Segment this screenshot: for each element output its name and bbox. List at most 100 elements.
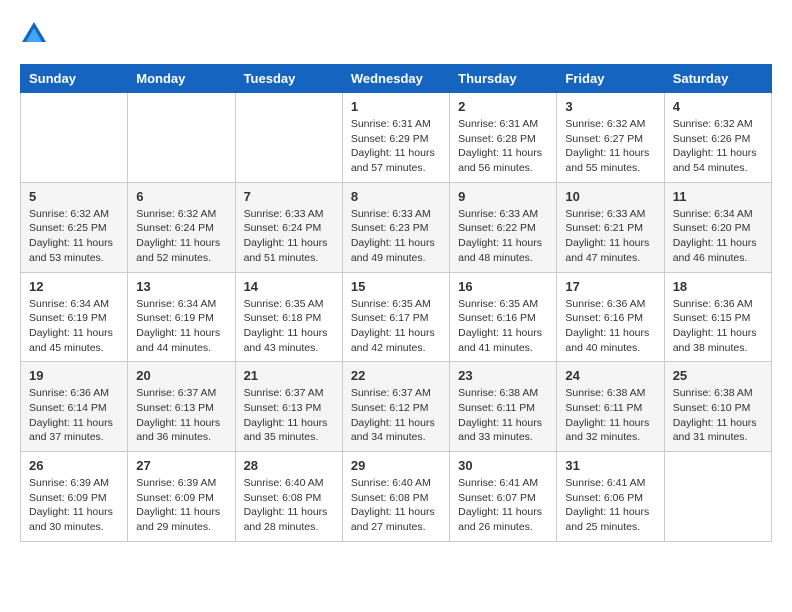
- day-number: 24: [565, 368, 655, 383]
- day-info: Sunrise: 6:40 AMSunset: 6:08 PMDaylight:…: [244, 476, 334, 535]
- day-number: 17: [565, 279, 655, 294]
- calendar-table: SundayMondayTuesdayWednesdayThursdayFrid…: [20, 64, 772, 542]
- day-info: Sunrise: 6:36 AMSunset: 6:15 PMDaylight:…: [673, 297, 763, 356]
- day-number: 12: [29, 279, 119, 294]
- day-info: Sunrise: 6:36 AMSunset: 6:14 PMDaylight:…: [29, 386, 119, 445]
- logo: [20, 20, 52, 48]
- calendar-cell: 30 Sunrise: 6:41 AMSunset: 6:07 PMDayligh…: [450, 452, 557, 542]
- calendar-day-header: Friday: [557, 65, 664, 93]
- day-info: Sunrise: 6:37 AMSunset: 6:13 PMDaylight:…: [244, 386, 334, 445]
- calendar-cell: 8Sunrise: 6:33 AMSunset: 6:23 PMDaylight…: [342, 182, 449, 272]
- day-number: 16: [458, 279, 548, 294]
- calendar-cell: 19 Sunrise: 6:36 AMSunset: 6:14 PMDayligh…: [21, 362, 128, 452]
- calendar-cell: 31 Sunrise: 6:41 AMSunset: 6:06 PMDayligh…: [557, 452, 664, 542]
- day-info: Sunrise: 6:39 AMSunset: 6:09 PMDaylight:…: [136, 476, 226, 535]
- day-number: 11: [673, 189, 763, 204]
- calendar-cell: [128, 93, 235, 183]
- logo-icon: [20, 20, 48, 48]
- day-number: 15: [351, 279, 441, 294]
- day-number: 3: [565, 99, 655, 114]
- day-info: Sunrise: 6:35 AMSunset: 6:18 PMDaylight:…: [244, 297, 334, 356]
- day-number: 30: [458, 458, 548, 473]
- day-info: Sunrise: 6:36 AMSunset: 6:16 PMDaylight:…: [565, 297, 655, 356]
- calendar-cell: 25Sunrise: 6:38 AMSunset: 6:10 PMDayligh…: [664, 362, 771, 452]
- day-info: Sunrise: 6:31 AMSunset: 6:28 PMDaylight:…: [458, 117, 548, 176]
- day-number: 28: [244, 458, 334, 473]
- day-number: 27: [136, 458, 226, 473]
- calendar-cell: [235, 93, 342, 183]
- day-info: Sunrise: 6:33 AMSunset: 6:22 PMDaylight:…: [458, 207, 548, 266]
- day-info: Sunrise: 6:32 AMSunset: 6:25 PMDaylight:…: [29, 207, 119, 266]
- day-info: Sunrise: 6:32 AMSunset: 6:27 PMDaylight:…: [565, 117, 655, 176]
- calendar-day-header: Thursday: [450, 65, 557, 93]
- day-number: 13: [136, 279, 226, 294]
- calendar-day-header: Sunday: [21, 65, 128, 93]
- calendar-cell: 27 Sunrise: 6:39 AMSunset: 6:09 PMDayligh…: [128, 452, 235, 542]
- calendar-cell: 18 Sunrise: 6:36 AMSunset: 6:15 PMDayligh…: [664, 272, 771, 362]
- day-number: 9: [458, 189, 548, 204]
- page-header: [20, 20, 772, 48]
- day-info: Sunrise: 6:40 AMSunset: 6:08 PMDaylight:…: [351, 476, 441, 535]
- calendar-week-row: 1 Sunrise: 6:31 AMSunset: 6:29 PMDaylight…: [21, 93, 772, 183]
- calendar-cell: 17 Sunrise: 6:36 AMSunset: 6:16 PMDayligh…: [557, 272, 664, 362]
- day-info: Sunrise: 6:39 AMSunset: 6:09 PMDaylight:…: [29, 476, 119, 535]
- day-number: 2: [458, 99, 548, 114]
- calendar-cell: 11 Sunrise: 6:34 AMSunset: 6:20 PMDayligh…: [664, 182, 771, 272]
- day-info: Sunrise: 6:34 AMSunset: 6:20 PMDaylight:…: [673, 207, 763, 266]
- calendar-week-row: 12 Sunrise: 6:34 AMSunset: 6:19 PMDayligh…: [21, 272, 772, 362]
- calendar-cell: 14 Sunrise: 6:35 AMSunset: 6:18 PMDayligh…: [235, 272, 342, 362]
- day-info: Sunrise: 6:33 AMSunset: 6:23 PMDaylight:…: [351, 207, 441, 266]
- day-info: Sunrise: 6:37 AMSunset: 6:13 PMDaylight:…: [136, 386, 226, 445]
- calendar-cell: 4 Sunrise: 6:32 AMSunset: 6:26 PMDaylight…: [664, 93, 771, 183]
- day-number: 14: [244, 279, 334, 294]
- calendar-cell: 21 Sunrise: 6:37 AMSunset: 6:13 PMDayligh…: [235, 362, 342, 452]
- calendar-day-header: Saturday: [664, 65, 771, 93]
- day-number: 26: [29, 458, 119, 473]
- calendar-week-row: 5 Sunrise: 6:32 AMSunset: 6:25 PMDaylight…: [21, 182, 772, 272]
- calendar-cell: 24 Sunrise: 6:38 AMSunset: 6:11 PMDayligh…: [557, 362, 664, 452]
- day-info: Sunrise: 6:41 AMSunset: 6:07 PMDaylight:…: [458, 476, 548, 535]
- day-info: Sunrise: 6:32 AMSunset: 6:26 PMDaylight:…: [673, 117, 763, 176]
- day-info: Sunrise: 6:31 AMSunset: 6:29 PMDaylight:…: [351, 117, 441, 176]
- calendar-cell: 5 Sunrise: 6:32 AMSunset: 6:25 PMDaylight…: [21, 182, 128, 272]
- calendar-week-row: 26 Sunrise: 6:39 AMSunset: 6:09 PMDayligh…: [21, 452, 772, 542]
- calendar-week-row: 19 Sunrise: 6:36 AMSunset: 6:14 PMDayligh…: [21, 362, 772, 452]
- day-number: 29: [351, 458, 441, 473]
- calendar-header-row: SundayMondayTuesdayWednesdayThursdayFrid…: [21, 65, 772, 93]
- day-number: 19: [29, 368, 119, 383]
- calendar-cell: 22 Sunrise: 6:37 AMSunset: 6:12 PMDayligh…: [342, 362, 449, 452]
- day-number: 20: [136, 368, 226, 383]
- calendar-cell: 23 Sunrise: 6:38 AMSunset: 6:11 PMDayligh…: [450, 362, 557, 452]
- calendar-day-header: Monday: [128, 65, 235, 93]
- day-number: 5: [29, 189, 119, 204]
- calendar-day-header: Tuesday: [235, 65, 342, 93]
- day-number: 22: [351, 368, 441, 383]
- calendar-cell: 29 Sunrise: 6:40 AMSunset: 6:08 PMDayligh…: [342, 452, 449, 542]
- day-info: Sunrise: 6:37 AMSunset: 6:12 PMDaylight:…: [351, 386, 441, 445]
- day-info: Sunrise: 6:34 AMSunset: 6:19 PMDaylight:…: [29, 297, 119, 356]
- day-info: Sunrise: 6:33 AMSunset: 6:21 PMDaylight:…: [565, 207, 655, 266]
- calendar-cell: [21, 93, 128, 183]
- calendar-cell: 7Sunrise: 6:33 AMSunset: 6:24 PMDaylight…: [235, 182, 342, 272]
- calendar-cell: 13Sunrise: 6:34 AMSunset: 6:19 PMDayligh…: [128, 272, 235, 362]
- calendar-cell: 28 Sunrise: 6:40 AMSunset: 6:08 PMDayligh…: [235, 452, 342, 542]
- day-number: 4: [673, 99, 763, 114]
- day-number: 6: [136, 189, 226, 204]
- day-info: Sunrise: 6:38 AMSunset: 6:11 PMDaylight:…: [565, 386, 655, 445]
- calendar-cell: 26 Sunrise: 6:39 AMSunset: 6:09 PMDayligh…: [21, 452, 128, 542]
- calendar-cell: [664, 452, 771, 542]
- calendar-day-header: Wednesday: [342, 65, 449, 93]
- day-info: Sunrise: 6:38 AMSunset: 6:11 PMDaylight:…: [458, 386, 548, 445]
- day-number: 31: [565, 458, 655, 473]
- day-number: 18: [673, 279, 763, 294]
- day-number: 1: [351, 99, 441, 114]
- day-number: 21: [244, 368, 334, 383]
- day-number: 23: [458, 368, 548, 383]
- calendar-cell: 6Sunrise: 6:32 AMSunset: 6:24 PMDaylight…: [128, 182, 235, 272]
- calendar-cell: 20 Sunrise: 6:37 AMSunset: 6:13 PMDayligh…: [128, 362, 235, 452]
- day-info: Sunrise: 6:41 AMSunset: 6:06 PMDaylight:…: [565, 476, 655, 535]
- calendar-cell: 3 Sunrise: 6:32 AMSunset: 6:27 PMDaylight…: [557, 93, 664, 183]
- day-number: 25: [673, 368, 763, 383]
- calendar-cell: 16Sunrise: 6:35 AMSunset: 6:16 PMDayligh…: [450, 272, 557, 362]
- calendar-cell: 2 Sunrise: 6:31 AMSunset: 6:28 PMDaylight…: [450, 93, 557, 183]
